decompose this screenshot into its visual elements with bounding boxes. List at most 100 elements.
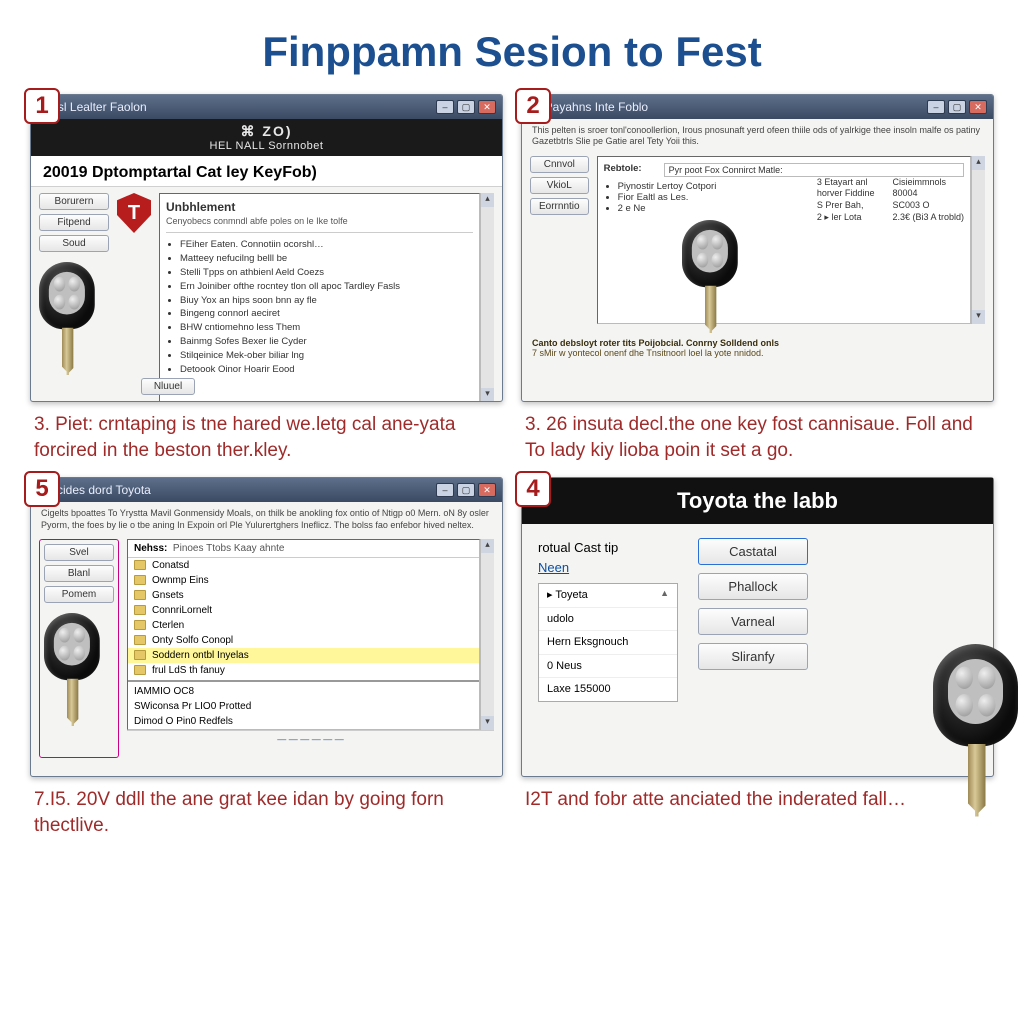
step-5-cell: 5 7 Incides dord Toyota – ▢ ✕ Cigelts bp… [30, 477, 503, 838]
titlebar-5: 7 Incides dord Toyota – ▢ ✕ [31, 478, 502, 502]
list-item[interactable]: Onty Solfo Conopl [128, 633, 479, 648]
option-list: ▸ Toyeta▲ udolo Hern Eksgnouch 0 Neus La… [538, 583, 678, 702]
folder-icon [134, 635, 146, 645]
side-btn-c[interactable]: Soud [39, 235, 109, 252]
bullet-list-1: FEiher Eaten. Connotiin ocorshl… Matteey… [166, 239, 473, 376]
text: 2 ▸ ler Lota [817, 212, 875, 224]
text: horver Fiddine [817, 188, 875, 200]
side-btn-c[interactable]: Eorrnntio [530, 198, 589, 215]
minimize-button[interactable]: – [927, 100, 945, 114]
panel-title-1: Unbhlement [166, 200, 473, 214]
brand-banner: ⌘ ZO) HEL NALL Sornnobet [31, 119, 502, 156]
footnote-bold: Canto debsloyt roter tits Poijobcial. Co… [532, 338, 779, 348]
list-item: Bainmg Sofes Bexer lie Cyder [180, 336, 473, 348]
keyfob-icon [44, 613, 101, 728]
side-btn-a[interactable]: Cnnvol [530, 156, 589, 173]
list-item[interactable]: Gnsets [128, 588, 479, 603]
varneal-button[interactable]: Varneal [698, 608, 808, 635]
maximize-button[interactable]: ▢ [457, 100, 475, 114]
close-button[interactable]: ✕ [969, 100, 987, 114]
shield-icon: T [117, 193, 151, 233]
step-4-cell: 4 Toyota the labb rotual Cast tip Neen ▸… [521, 477, 994, 838]
titlebar-2: 02 Payahns Inte Foblo – ▢ ✕ [522, 95, 993, 119]
text: 80004 [892, 188, 964, 200]
side-btn-a[interactable]: Svel [44, 544, 114, 561]
text: SC003 O [892, 200, 964, 212]
minimize-button[interactable]: – [436, 483, 454, 497]
list-item[interactable]: frul LdS th fanuy [128, 663, 479, 678]
scrollbar[interactable]: ▴▾ [971, 156, 985, 324]
sidebar-buttons-5: Svel Blanl Pomem [39, 539, 119, 758]
list-item: Fior Ealtl as Les. [618, 192, 803, 203]
folder-icon [134, 590, 146, 600]
list-item: Dimod O Pin0 Redfels [128, 714, 479, 729]
keyfob-icon [933, 644, 1021, 819]
caption-2: 3. 26 insuta decl.the one key fost canni… [521, 402, 994, 463]
chevron-up-icon[interactable]: ▲ [660, 587, 669, 601]
list-item: BHW cntiomehno less Them [180, 322, 473, 334]
option-item[interactable]: ▸ Toyeta▲ [539, 584, 677, 608]
step-badge-1: 1 [24, 88, 60, 124]
text: Cisieimmnols [892, 177, 964, 189]
list-item: Matteey nefucilng belll be [180, 253, 473, 265]
list-item: Stilqeinice Mek-ober biliar lng [180, 350, 473, 362]
close-button[interactable]: ✕ [478, 483, 496, 497]
caption-5: 7.I5. 20V ddll the ane grat kee idan by … [30, 777, 503, 838]
close-button[interactable]: ✕ [478, 100, 496, 114]
option-item[interactable]: Laxe 155000 [539, 678, 677, 701]
footnote-small: 7 sMir w yontecol onenf dhe Tnsitnoorl l… [532, 348, 763, 358]
side-btn-b[interactable]: VkioL [530, 177, 589, 194]
folder-icon [134, 560, 146, 570]
text: 3 Etayart anl [817, 177, 875, 189]
window-4: Toyota the labb rotual Cast tip Neen ▸ T… [521, 477, 994, 777]
window-2: 02 Payahns Inte Foblo – ▢ ✕ This pelten … [521, 94, 994, 402]
step-grid: 1 Yirgsl Lealter Faolon – ▢ ✕ ⌘ ZO) HEL … [0, 94, 1024, 839]
banner-logo: ⌘ ZO) [31, 123, 502, 140]
list-item: Biuy Yox an hips soon bnn ay fle [180, 295, 473, 307]
folder-icon [134, 605, 146, 615]
page-title: Finppamn Sesion to Fest [0, 0, 1024, 94]
maximize-button[interactable]: ▢ [948, 100, 966, 114]
scrollbar[interactable]: ▴▾ [480, 539, 494, 730]
option-item[interactable]: 0 Neus [539, 655, 677, 679]
castatal-button[interactable]: Castatal [698, 538, 808, 565]
left-column-4: rotual Cast tip Neen ▸ Toyeta▲ udolo Her… [538, 538, 678, 702]
sidebar-buttons-1: Borurern Fitpend Soud [39, 193, 109, 402]
sliranfy-button[interactable]: Sliranfy [698, 643, 808, 670]
keyfob-icon [682, 220, 739, 324]
folder-icon [134, 575, 146, 585]
text: 2.3€ (Bi3 A trobld) [892, 212, 964, 224]
scrollbar[interactable]: ▴▾ [480, 193, 494, 402]
phallock-button[interactable]: Phallock [698, 573, 808, 600]
list-item-selected[interactable]: Soddern ontbl Inyelas [128, 648, 479, 663]
option-item[interactable]: udolo [539, 608, 677, 632]
field-label: Rebtole: [604, 163, 664, 177]
footnote-2: Canto debsloyt roter tits Poijobcial. Co… [522, 334, 993, 364]
window-1: Yirgsl Lealter Faolon – ▢ ✕ ⌘ ZO) HEL NA… [30, 94, 503, 402]
side-btn-b[interactable]: Fitpend [39, 214, 109, 231]
list-subtitle: Pinoes Ttobs Kaay ahnte [173, 543, 285, 554]
step-badge-4: 4 [515, 471, 551, 507]
list-item[interactable]: ConnriLornelt [128, 603, 479, 618]
list-item[interactable]: Ownmp Eins [128, 573, 479, 588]
side-btn-b[interactable]: Blanl [44, 565, 114, 582]
option-item[interactable]: Hern Eksgnouch [539, 631, 677, 655]
list-item: Detoook Oinor Hoarir Eood [180, 364, 473, 376]
side-btn-a[interactable]: Borurern [39, 193, 109, 210]
combo-box[interactable]: Pyr poot Fox Connirct Matle: [664, 163, 964, 177]
maximize-button[interactable]: ▢ [457, 483, 475, 497]
list-header: Nehss: [134, 543, 167, 554]
label: rotual Cast tip [538, 538, 678, 558]
footer-links[interactable]: — — — — — — [127, 730, 494, 749]
folder-icon [134, 650, 146, 660]
caption-1: 3. Piet: crntaping is tne hared we.letg … [30, 402, 503, 463]
minimize-button[interactable]: – [436, 100, 454, 114]
action-buttons-4: Castatal Phallock Varneal Sliranfy [698, 538, 808, 670]
list-item[interactable]: Conatsd [128, 558, 479, 573]
list-item: Ern Joiniber ofthe rocntey tlon oll apoc… [180, 281, 473, 293]
neen-link[interactable]: Neen [538, 558, 678, 578]
footer-button-1[interactable]: Nluuel [141, 378, 195, 395]
list-item[interactable]: Cterlen [128, 618, 479, 633]
text: S Prer Bah, [817, 200, 875, 212]
side-btn-c[interactable]: Pomem [44, 586, 114, 603]
